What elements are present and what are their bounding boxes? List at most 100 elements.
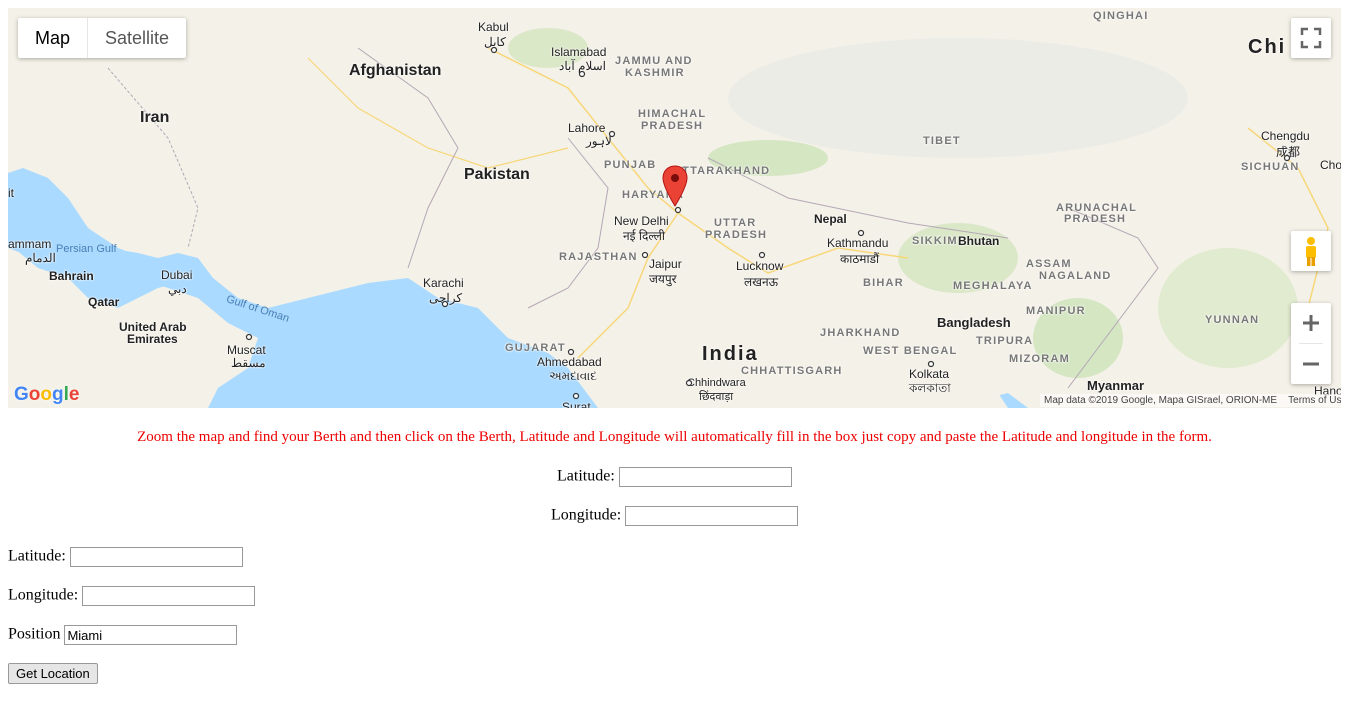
longitude-input[interactable] — [82, 586, 256, 606]
map-label-mizoram: MIZORAM — [1009, 353, 1070, 365]
minus-icon — [1303, 362, 1319, 366]
map-label-chhindwara: Chhindwara — [687, 377, 746, 389]
centered-latitude-row: Latitude: — [557, 467, 792, 487]
map-label-afghanistan: Afghanistan — [349, 62, 442, 79]
street-view-pegman-button[interactable] — [1291, 231, 1331, 271]
map-label-kolkata: Kolkata — [909, 367, 950, 381]
zoom-in-button[interactable] — [1291, 303, 1331, 343]
map-label-jaipur-native: जयपुर — [649, 272, 677, 286]
map-label-chhattisgarh: CHHATTISGARH — [741, 365, 843, 377]
map-label-bihar: BIHAR — [863, 277, 904, 289]
map-label-newdelhi: New Delhi — [614, 214, 669, 228]
map-label-islamabad: Islamabad — [551, 45, 607, 59]
map-label-bhutan: Bhutan — [958, 234, 1000, 248]
map-label-rajasthan: RAJASTHAN — [559, 251, 638, 263]
map-label-jaipur: Jaipur — [649, 257, 682, 271]
map-label-west-bengal: WEST BENGAL — [863, 345, 958, 357]
instruction-text: Zoom the map and find your Berth and the… — [137, 429, 1212, 445]
map-label-nepal: Nepal — [814, 212, 847, 226]
position-label: Position — [8, 625, 61, 643]
map-label-muscat-native: مسقط — [231, 356, 266, 370]
map-label-kabul-native: کابل — [484, 35, 506, 49]
fullscreen-icon — [1300, 27, 1322, 49]
map-attribution: Map data ©2019 Google, Mapa GISrael, ORI… — [1040, 394, 1341, 407]
map-container[interactable]: QINGHAI Kabul کابل Islamabad اسلام آباد … — [8, 8, 1341, 408]
map-label-kathmandu-native: काठमाडौं — [840, 252, 880, 266]
centered-longitude-label: Longitude: — [551, 506, 622, 524]
map-label-chengdu-native: 成都 — [1276, 145, 1301, 159]
centered-latitude-input[interactable] — [618, 467, 792, 487]
google-logo[interactable]: Google — [14, 384, 79, 406]
latitude-row: Latitude: — [8, 547, 243, 567]
map-label-newdelhi-native: नई दिल्ली — [623, 229, 666, 243]
map-label-ammam-native: الدمام — [25, 251, 56, 265]
map-label-tibet: TIBET — [923, 135, 961, 147]
map-label-pakistan: Pakistan — [464, 166, 530, 183]
map-label-chengdu: Chengdu — [1261, 129, 1310, 143]
map-label-gujarat: GUJARAT — [505, 342, 566, 354]
map-label-it: it — [8, 186, 14, 200]
map-label-lucknow: Lucknow — [736, 259, 784, 273]
map-label-nagaland: NAGALAND — [1039, 270, 1112, 282]
fullscreen-button[interactable] — [1291, 18, 1331, 58]
map-label-punjab: PUNJAB — [604, 159, 657, 171]
map-type-map-button[interactable]: Map — [18, 18, 87, 58]
map-label-lahore-native: لاہور — [586, 134, 612, 148]
map-label-qatar: Qatar — [88, 295, 120, 309]
map-label-ahmedabad: Ahmedabad — [537, 355, 602, 369]
map-type-satellite-button[interactable]: Satellite — [87, 18, 186, 58]
map-label-kolkata-native: কলকাতা — [909, 381, 951, 395]
get-location-button[interactable]: Get Location — [8, 663, 98, 684]
map-label-ahmedabad-native: અમદાવાદ — [549, 369, 597, 383]
latitude-input[interactable] — [69, 547, 243, 567]
position-input[interactable] — [64, 625, 238, 645]
map-label-sichuan: SICHUAN — [1241, 161, 1300, 173]
map-label-ammam: ammam — [8, 237, 52, 251]
map-label-dubai-native: دبي — [168, 282, 187, 296]
zoom-out-button[interactable] — [1291, 344, 1331, 384]
zoom-control — [1291, 303, 1331, 384]
map-label-bahrain: Bahrain — [49, 269, 94, 283]
map-label-sikkim: SIKKIM — [912, 235, 958, 247]
map-label-pradesh2: PRADESH — [705, 229, 768, 241]
map-label-lucknow-native: लखनऊ — [744, 275, 779, 289]
map-label-qinghai: QINGHAI — [1093, 10, 1149, 22]
map-label-dubai: Dubai — [161, 268, 193, 282]
map-label-kashmir: KASHMIR — [625, 67, 685, 79]
location-marker-icon[interactable] — [662, 165, 688, 207]
terms-of-use-link[interactable]: Terms of Use — [1288, 395, 1341, 406]
map-label-assam: ASSAM — [1026, 258, 1072, 270]
map-label-india: India — [702, 343, 759, 365]
map-label-chhindwara-native: छिंदवाड़ा — [699, 391, 734, 403]
map-label-yunnan: YUNNAN — [1205, 314, 1260, 326]
map-data-text: Map data ©2019 Google, Mapa GISrael, ORI… — [1044, 395, 1278, 406]
latitude-label: Latitude: — [8, 547, 66, 565]
map-label-manipur: MANIPUR — [1026, 305, 1086, 317]
map-label-persian-gulf: Persian Gulf — [56, 243, 117, 255]
map-label-kabul: Kabul — [478, 20, 509, 34]
map-label-kathmandu: Kathmandu — [827, 236, 889, 250]
map-label-lahore: Lahore — [568, 121, 606, 135]
map-label-iran: Iran — [140, 109, 170, 126]
plus-icon — [1303, 315, 1319, 331]
longitude-label: Longitude: — [8, 586, 79, 604]
centered-longitude-input[interactable] — [625, 506, 799, 526]
longitude-row: Longitude: — [8, 586, 256, 606]
map-label-china: Chi — [1248, 36, 1287, 58]
map-label-pradesh1: PRADESH — [641, 120, 704, 132]
map-label-uttar: UTTAR — [714, 217, 757, 229]
map-label-pradesh3: PRADESH — [1064, 213, 1127, 225]
map-label-islamabad-native: اسلام آباد — [559, 59, 606, 73]
map-label-meghalaya: MEGHALAYA — [953, 280, 1033, 292]
map-label-karachi: Karachi — [423, 276, 464, 290]
map-label-myanmar: Myanmar — [1087, 378, 1145, 393]
map-label-jharkhand: JHARKHAND — [820, 327, 901, 339]
map-label-uae-2: Emirates — [127, 332, 178, 346]
map-label-karachi-native: کراچی — [429, 291, 463, 305]
position-row: Position — [8, 625, 238, 645]
pegman-icon — [1306, 237, 1316, 266]
centered-latitude-label: Latitude: — [557, 467, 615, 485]
map-label-cho: Cho — [1320, 158, 1341, 172]
map-label-bangladesh: Bangladesh — [937, 315, 1011, 330]
centered-longitude-row: Longitude: — [551, 506, 799, 526]
